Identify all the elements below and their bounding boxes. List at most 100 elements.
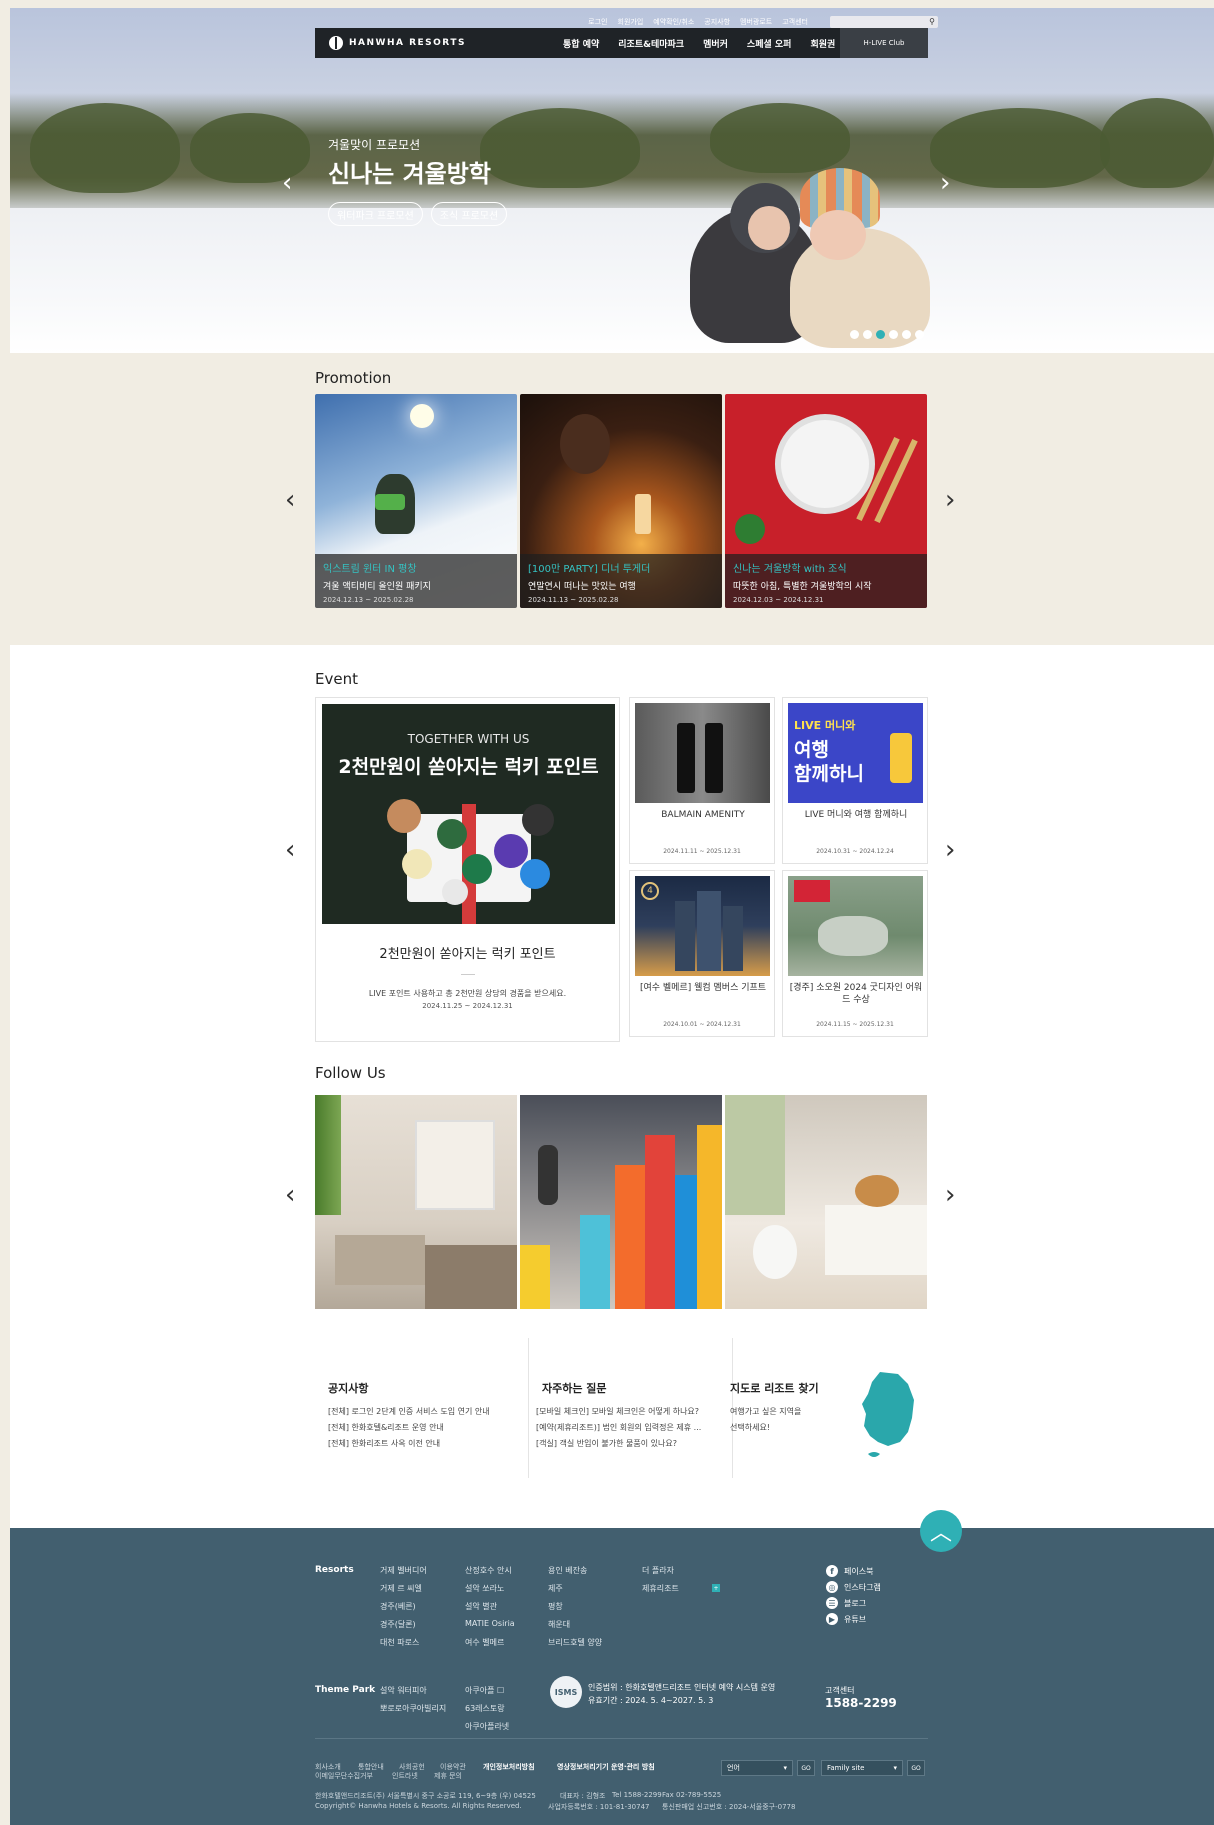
notice-item[interactable]: [전체] 한화리조트 사옥 이전 안내 (328, 1438, 490, 1449)
faq-item[interactable]: [모바일 체크인] 모바일 체크인은 어떻게 하나요? (536, 1406, 701, 1417)
nav-special-offer[interactable]: 스페셜 오퍼 (747, 37, 792, 50)
footer-link-email-refusal[interactable]: 이메일무단수집거부 (315, 1771, 373, 1781)
footer-resort-link[interactable]: MATIE Osiria (465, 1619, 515, 1628)
korea-map-icon[interactable] (858, 1370, 916, 1465)
follow-card-pet-room[interactable] (725, 1095, 927, 1309)
waterpark-promo-button[interactable]: 워터파크 프로모션 (328, 202, 423, 226)
footer-resort-link[interactable]: 해운대 (548, 1619, 570, 1630)
nav-resort-themepark[interactable]: 리조트&테마파크 (618, 37, 684, 50)
family-site-go-button[interactable]: GO (907, 1760, 925, 1776)
footer-resort-link[interactable]: 브리드호텔 양양 (548, 1637, 602, 1648)
nav-membership[interactable]: 멤버커 (703, 37, 728, 50)
footer-resort-link[interactable]: 경주(달론) (380, 1619, 416, 1630)
notice-link[interactable]: 공지사항 (704, 17, 730, 27)
follow-prev-arrow-icon[interactable]: ‹ (285, 1180, 295, 1210)
search-input[interactable]: ⚲ (830, 16, 938, 28)
footer-resort-link[interactable]: 거제 벨버디어 (380, 1565, 427, 1576)
footer-link-privacy[interactable]: 개인정보처리방침 (483, 1762, 535, 1772)
event-card[interactable]: 4 [여수 벨메르] 웰컴 멤버스 기프트 2024.10.01 ~ 2024.… (629, 870, 775, 1037)
footer-link-cctv[interactable]: 영상정보처리기기 운영·관리 방침 (557, 1762, 655, 1772)
footer-themepark-link[interactable]: 아쿠아플 ☐ (465, 1685, 504, 1696)
follow-next-arrow-icon[interactable]: › (945, 1180, 955, 1210)
hero-prev-arrow-icon[interactable]: ‹ (282, 168, 292, 198)
scroll-to-top-button[interactable]: ︿ (920, 1510, 962, 1552)
hlive-club-button[interactable]: H-LIVE Club (840, 28, 928, 58)
facebook-link[interactable]: f 페이스북 (826, 1565, 873, 1577)
facebook-icon: f (826, 1565, 838, 1577)
cert-scope: 인증범위 : 한화호텔앤드리조트 인터넷 예약 시스템 운영 (588, 1683, 776, 1692)
footer-themepark-link[interactable]: 아쿠아플라넷 (465, 1721, 509, 1732)
customer-center-link[interactable]: 고객센터 (782, 17, 808, 27)
language-select[interactable]: 언어 ▾ (721, 1760, 793, 1776)
family-site-select[interactable]: Family site ▾ (821, 1760, 903, 1776)
faq-title[interactable]: 자주하는 질문 (542, 1380, 607, 1396)
faq-item[interactable]: [객실] 객실 반입이 불가한 물품이 있나요? (536, 1438, 701, 1449)
footer-link-intranet[interactable]: 인트라넷 (392, 1771, 418, 1781)
event-card-name: [여수 벨메르] 웰컴 멤버스 기프트 (639, 983, 767, 993)
footer-resort-link[interactable]: 설악 별관 (465, 1601, 497, 1612)
hero-dot[interactable] (850, 330, 859, 339)
main-navigation: HANWHA RESORTS 통합 예약 리조트&테마파크 멤버커 스페셜 오퍼… (315, 28, 928, 58)
notice-item[interactable]: [전체] 로그인 2단계 인증 서비스 도입 연기 안내 (328, 1406, 490, 1417)
hero-dot[interactable] (863, 330, 872, 339)
brand-logo[interactable]: HANWHA RESORTS (315, 36, 545, 50)
footer-resort-link[interactable]: 대천 파로스 (380, 1637, 419, 1648)
nav-integrated-reservation[interactable]: 통합 예약 (563, 37, 599, 50)
event-main-card[interactable]: TOGETHER WITH US 2천만원이 쏟아지는 럭키 포인트 2천만원이… (315, 697, 620, 1042)
notice-item[interactable]: [전체] 한화호텔&리조트 운영 안내 (328, 1422, 490, 1433)
event-next-arrow-icon[interactable]: › (945, 835, 955, 865)
footer: Resorts 거제 벨버디어 거제 르 씨엘 경주(베른) 경주(달론) 대천… (10, 1528, 1214, 1825)
language-go-button[interactable]: GO (797, 1760, 815, 1776)
footer-resort-link[interactable]: 거제 르 씨엘 (380, 1583, 422, 1594)
blog-link[interactable]: ☰ 블로그 (826, 1597, 866, 1609)
hero-dot-active[interactable] (876, 330, 885, 339)
hanwha-logo-icon (329, 36, 343, 50)
follow-card-climbing[interactable] (520, 1095, 722, 1309)
promotion-card[interactable]: 익스트림 윈터 IN 평창 겨울 액티비티 올인원 패키지 2024.12.13… (315, 394, 517, 608)
event-card[interactable]: BALMAIN AMENITY 2024.11.11 ~ 2025.12.31 (629, 697, 775, 864)
nav-membership-rights[interactable]: 회원권 (810, 37, 835, 50)
footer-link-partnership[interactable]: 제휴 문의 (434, 1771, 462, 1781)
youtube-link[interactable]: ▶ 유튜브 (826, 1613, 866, 1625)
notice-title[interactable]: 공지사항 (328, 1380, 368, 1396)
lucky-point-image: TOGETHER WITH US 2천만원이 쏟아지는 럭키 포인트 (322, 704, 615, 924)
member-link[interactable]: 멤버광로트 (740, 17, 772, 27)
footer-resort-link[interactable]: 산정호수 안시 (465, 1565, 512, 1576)
reservation-check-link[interactable]: 예약확인/취소 (653, 17, 694, 27)
event-prev-arrow-icon[interactable]: ‹ (285, 835, 295, 865)
map-title[interactable]: 지도로 리조트 찾기 (730, 1380, 819, 1396)
footer-resort-link[interactable]: 경주(베른) (380, 1601, 416, 1612)
event-card[interactable]: [경주] 소오원 2024 굿디자인 어워드 수상 2024.11.15 ~ 2… (782, 870, 928, 1037)
promotion-card-date: 2024.12.13 ~ 2025.02.28 (323, 596, 414, 604)
footer-themepark-link[interactable]: 설악 워터피아 (380, 1685, 427, 1696)
hero-dot[interactable] (889, 330, 898, 339)
follow-card-room[interactable] (315, 1095, 517, 1309)
footer-resort-link[interactable]: 제주 (548, 1583, 563, 1594)
breakfast-promo-button[interactable]: 조식 프로모션 (430, 202, 508, 226)
promotion-next-arrow-icon[interactable]: › (945, 485, 955, 515)
faq-item[interactable]: [예약(제휴리조트)] 법인 회원의 입력정은 제휴 ... (536, 1422, 701, 1433)
expand-icon[interactable]: + (712, 1584, 720, 1592)
promotion-card[interactable]: [100만 PARTY] 디너 투게더 연말연시 떠나는 맛있는 여행 2024… (520, 394, 722, 608)
footer-resort-link[interactable]: 용인 베잔송 (548, 1565, 587, 1576)
promotion-card[interactable]: 신나는 겨울방학 with 조식 따뜻한 아침, 특별한 겨울방학의 시작 20… (725, 394, 927, 608)
hero-dot[interactable] (902, 330, 911, 339)
event-card[interactable]: LIVE 머니와 여행 함께하니 LIVE 머니와 여행 함께하니 2024.1… (782, 697, 928, 864)
hero-dot[interactable] (915, 330, 924, 339)
footer-themepark-link[interactable]: 뽀로로아쿠아빌리지 (380, 1703, 446, 1714)
instagram-link[interactable]: ◎ 인스타그램 (826, 1581, 881, 1593)
footer-resort-link[interactable]: 여수 벨메르 (465, 1637, 504, 1648)
search-icon[interactable]: ⚲ (929, 17, 935, 26)
hero-children-photo (690, 168, 940, 348)
footer-resort-link[interactable]: 제휴리조트 (642, 1583, 679, 1594)
footer-themepark-link[interactable]: 63레스토랑 (465, 1703, 505, 1714)
footer-resort-link[interactable]: 더 플라자 (642, 1565, 674, 1576)
tree (1100, 98, 1214, 188)
promotion-prev-arrow-icon[interactable]: ‹ (285, 485, 295, 515)
login-link[interactable]: 로그인 (588, 17, 607, 27)
footer-resort-link[interactable]: 평창 (548, 1601, 563, 1612)
customer-center-label: 고객센터 (825, 1686, 855, 1695)
hero-next-arrow-icon[interactable]: › (940, 168, 950, 198)
signup-link[interactable]: 회원가입 (618, 17, 644, 27)
footer-resort-link[interactable]: 설악 쏘라노 (465, 1583, 504, 1594)
